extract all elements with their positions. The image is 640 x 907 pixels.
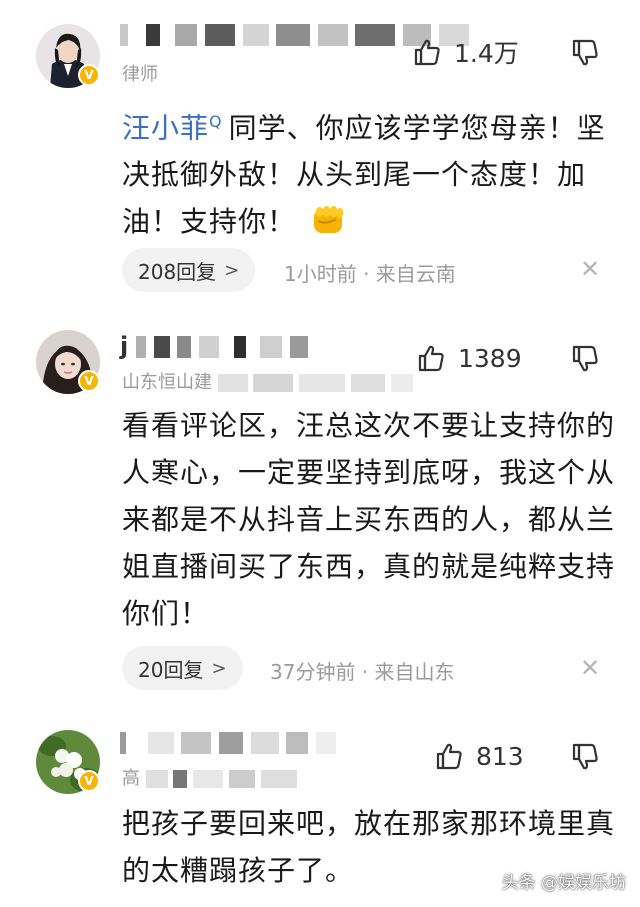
comment-meta: 1小时前 · 来自云南 [284,262,456,286]
thumbs-down-icon[interactable] [570,38,600,68]
like-button[interactable]: 1389 [416,340,522,376]
reply-count: 208回复 [138,259,217,284]
user-location-info: 高 [122,764,297,789]
reply-count: 20回复 [138,657,204,682]
chevron-right-icon: > [224,259,240,281]
comment-body: 汪小菲Q 同学、你应该学学您母亲！坚决抵御外敌！从头到尾一个态度！加油！支持你！ [122,111,606,239]
thumbs-down-icon[interactable] [570,742,600,772]
close-icon[interactable]: ✕ [580,255,600,283]
like-button[interactable]: 1.4万 [412,34,519,70]
user-title: 律师 [122,64,158,85]
thumbs-down-icon[interactable] [570,344,600,374]
user-location-info: 山东恒山建 [122,368,413,393]
chevron-right-icon: > [211,657,227,679]
close-icon[interactable]: ✕ [580,654,600,682]
comment-meta: 37分钟前 · 来自山东 [270,660,455,684]
verified-badge-icon: V [78,770,100,792]
username-blurred[interactable]: j [120,332,308,362]
user-mention-link[interactable]: 汪小菲 [122,111,209,144]
thumbs-up-icon [436,743,462,770]
like-count: 813 [476,741,524,771]
view-replies-button[interactable]: 20回复 > [122,646,243,690]
watermark: 头条 @娱娱乐坊 [501,873,626,893]
thumbs-up-icon [418,345,444,372]
like-count: 1.4万 [454,39,519,68]
username-blurred[interactable] [120,728,336,758]
thumbs-up-icon [414,39,440,66]
view-replies-button[interactable]: 208回复 > [122,248,256,292]
fist-emoji-icon [313,206,343,234]
like-button[interactable]: 813 [434,738,524,774]
comment-item: V 律师 1.4万 汪小菲Q 同学、你应该学学您母亲！坚决抵御外敌！从头到尾一个… [0,0,640,300]
like-count: 1389 [458,343,522,373]
verified-badge-icon: V [78,370,100,392]
verified-badge-icon: V [78,64,100,86]
comment-list: V 律师 1.4万 汪小菲Q 同学、你应该学学您母亲！坚决抵御外敌！从头到尾一个… [0,0,640,907]
comment-body: 看看评论区，汪总这次不要让支持你的人寒心，一定要坚持到底呀，我这个从来都是不从抖… [122,409,616,630]
